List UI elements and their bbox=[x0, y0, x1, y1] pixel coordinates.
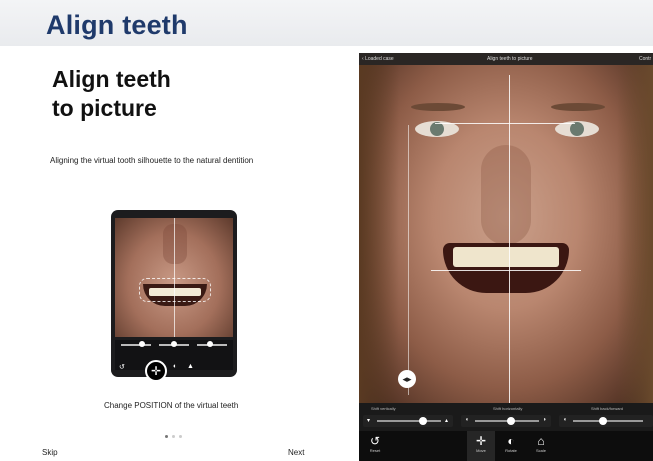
back-button[interactable]: ‹ Loaded case bbox=[362, 56, 394, 62]
nav-title: Align teeth to picture bbox=[487, 56, 533, 62]
face-photo[interactable]: ◂▸ bbox=[359, 65, 653, 403]
tool-bar: ↺ Reset ✛ Move ◐ Rotate ⌂ Scale bbox=[359, 431, 653, 461]
slider-label-depth: Shift back/forward bbox=[591, 406, 624, 411]
right-iris bbox=[570, 122, 584, 136]
slider-vertical-min-icon: ▾ bbox=[367, 418, 371, 424]
back-label: Loaded case bbox=[365, 56, 394, 62]
reset-label: Reset bbox=[369, 448, 381, 453]
slider-depth-min-icon: ◖ bbox=[563, 417, 567, 423]
next-button[interactable]: Next bbox=[288, 448, 304, 457]
page-dot[interactable] bbox=[179, 435, 182, 438]
slider-label-vertical: Shift vertically bbox=[371, 406, 396, 411]
reset-icon: ↺ bbox=[369, 434, 381, 448]
onboarding-title-line1: Align teeth bbox=[52, 66, 171, 92]
slider-horizontal-max-icon: ◗ bbox=[543, 417, 547, 423]
onboarding-panel: Align teeth to picture Aligning the virt… bbox=[28, 53, 320, 461]
side-guide-line bbox=[408, 125, 409, 395]
preview-face-photo bbox=[115, 218, 233, 337]
interpupillary-guide-line[interactable] bbox=[435, 123, 575, 124]
slider-vertical-knob[interactable] bbox=[419, 417, 427, 425]
rotate-label: Rotate bbox=[505, 448, 517, 453]
preview-slider-knob-3 bbox=[207, 341, 213, 347]
slider-vertical-max-icon: ▴ bbox=[445, 418, 449, 424]
left-brow bbox=[411, 103, 465, 111]
reset-button[interactable]: ↺ Reset bbox=[361, 431, 389, 461]
onboarding-title: Align teeth to picture bbox=[52, 65, 292, 123]
scale-tool-button[interactable]: ⌂ Scale bbox=[527, 431, 555, 461]
preview-rotate-icon: ◐ bbox=[173, 363, 178, 370]
slider-horizontal-knob[interactable] bbox=[507, 417, 515, 425]
slider-depth-knob[interactable] bbox=[599, 417, 607, 425]
left-iris bbox=[430, 122, 444, 136]
move-label: Move bbox=[476, 448, 486, 453]
scale-label: Scale bbox=[535, 448, 546, 453]
scale-icon: ⌂ bbox=[537, 434, 545, 448]
rotate-tool-button[interactable]: ◐ Rotate bbox=[497, 431, 525, 461]
slide-title: Align teeth bbox=[46, 10, 188, 40]
preview-reset-icon: ↺ bbox=[119, 364, 125, 371]
onboarding-caption: Change POSITION of the virtual teeth bbox=[104, 401, 239, 410]
nav-right-button[interactable]: Contr bbox=[639, 56, 651, 62]
preview-slider-1 bbox=[121, 344, 151, 346]
slide-header: Align teeth bbox=[0, 0, 653, 46]
page-indicator bbox=[165, 425, 186, 443]
rotate-icon: ◐ bbox=[507, 434, 515, 448]
slide: Align teeth Align teeth to picture Align… bbox=[0, 0, 653, 461]
preview-tooth-silhouette bbox=[139, 278, 211, 302]
preview-scale-icon: ▲ bbox=[187, 363, 194, 370]
nav-bar: ‹ Loaded case Align teeth to picture Con… bbox=[359, 53, 653, 65]
occlusal-guide-line[interactable] bbox=[431, 270, 581, 271]
page-dot[interactable] bbox=[172, 435, 175, 438]
app-screen: ‹ Loaded case Align teeth to picture Con… bbox=[359, 53, 653, 461]
right-brow bbox=[551, 103, 605, 111]
onboarding-title-line2: to picture bbox=[52, 95, 157, 121]
move-tool-button[interactable]: ✛ Move bbox=[467, 431, 495, 461]
slider-label-horizontal: Shift horizontally bbox=[493, 406, 523, 411]
page-dot[interactable] bbox=[165, 435, 168, 438]
onboarding-subtitle: Aligning the virtual tooth silhouette to… bbox=[50, 156, 254, 165]
drag-handle-icon[interactable]: ◂▸ bbox=[398, 370, 416, 388]
preview-slider-knob-2 bbox=[171, 341, 177, 347]
preview-slider-knob-1 bbox=[139, 341, 145, 347]
skip-button[interactable]: Skip bbox=[42, 448, 58, 457]
slider-horizontal-min-icon: ◖ bbox=[465, 417, 469, 423]
move-icon: ✛ bbox=[475, 434, 487, 448]
hair-right bbox=[617, 65, 653, 403]
preview-nose bbox=[163, 224, 187, 264]
teeth bbox=[453, 247, 559, 267]
nose bbox=[481, 145, 531, 245]
tablet-preview-image: ↺ ✛ ◐ ▲ bbox=[111, 210, 237, 382]
facial-midline-guide[interactable] bbox=[509, 75, 510, 403]
slider-vertical-track bbox=[377, 420, 441, 422]
slider-depth-track bbox=[573, 420, 643, 422]
preview-midline bbox=[174, 218, 175, 337]
hair-left bbox=[359, 65, 399, 403]
preview-move-icon-highlight: ✛ bbox=[145, 360, 167, 382]
adjustment-sliders: Shift vertically ▾ ▴ Shift horizontally … bbox=[359, 403, 653, 431]
